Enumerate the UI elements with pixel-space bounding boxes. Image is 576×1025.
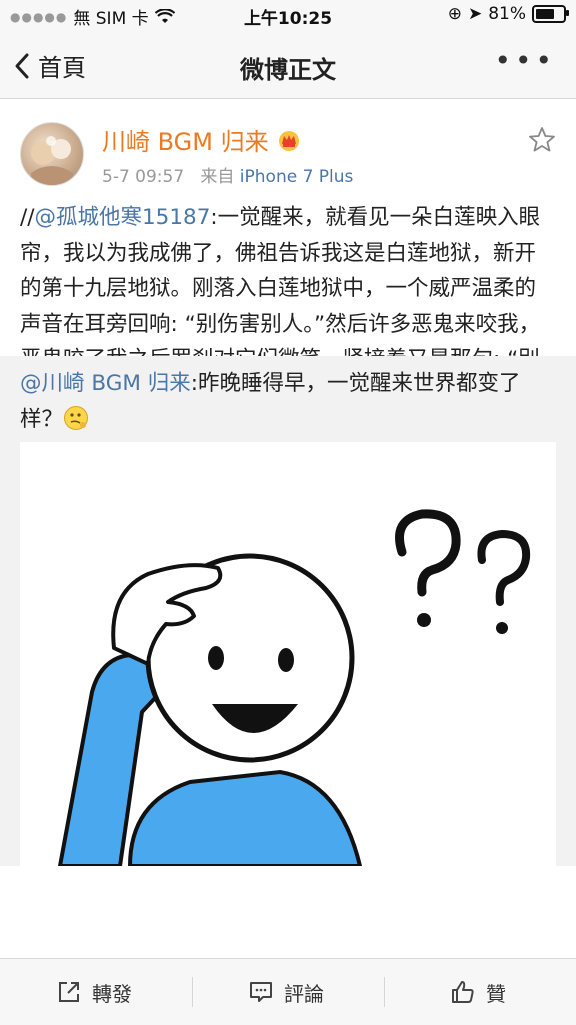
comment-label: 評論 bbox=[284, 981, 324, 1006]
nav-bar: 首頁 微博正文 ••• bbox=[0, 30, 576, 99]
repost-slashes: // bbox=[20, 205, 35, 230]
star-icon[interactable] bbox=[528, 126, 556, 154]
post-image[interactable] bbox=[20, 442, 556, 866]
avatar[interactable] bbox=[20, 122, 84, 186]
retweet-mention[interactable]: @川崎 BGM 归来 bbox=[20, 371, 191, 396]
like-button[interactable]: 贊 bbox=[450, 959, 506, 1025]
author-name-text: 川崎 BGM 归来 bbox=[102, 128, 269, 156]
comment-button[interactable]: 評論 bbox=[248, 959, 324, 1025]
more-icon[interactable]: ••• bbox=[494, 44, 556, 77]
status-right: ⊕ ➤ 81% bbox=[447, 4, 569, 24]
orientation-lock-icon: ⊕ bbox=[447, 4, 462, 24]
share-icon bbox=[59, 982, 79, 1002]
comment-icon bbox=[250, 982, 272, 1002]
post-device[interactable]: iPhone 7 Plus bbox=[240, 167, 354, 187]
page-title: 微博正文 bbox=[240, 56, 336, 84]
status-bar: ●●●●● 無 SIM 卡 上午10:25 ⊕ ➤ 81% bbox=[0, 0, 576, 30]
battery-fill bbox=[536, 9, 554, 19]
post-meta: 5-7 09:57 来自 iPhone 7 Plus bbox=[102, 162, 353, 187]
thinking-emoji-icon bbox=[64, 405, 89, 430]
location-icon: ➤ bbox=[467, 4, 483, 24]
like-label: 贊 bbox=[486, 981, 506, 1006]
post-time: 5-7 09:57 bbox=[102, 167, 185, 187]
repost-label: 轉發 bbox=[92, 981, 132, 1006]
battery-percent: 81% bbox=[488, 4, 526, 24]
battery-icon bbox=[532, 5, 569, 23]
retweet-block[interactable]: @川崎 BGM 归来:昨晚睡得早，一觉醒来世界都变了样？ bbox=[0, 356, 576, 866]
bottom-toolbar: 轉發 評論 贊 bbox=[0, 958, 576, 1025]
author-name[interactable]: 川崎 BGM 归来 bbox=[102, 122, 301, 157]
thumbs-up-icon bbox=[452, 981, 474, 1003]
repost-button[interactable]: 轉發 bbox=[56, 959, 132, 1025]
source-prefix: 来自 bbox=[200, 167, 235, 187]
confused-stickman-illustration bbox=[58, 509, 531, 866]
toolbar-divider bbox=[192, 977, 193, 1007]
mention-link[interactable]: @孤城他寒15187 bbox=[35, 205, 211, 230]
crown-vip-icon bbox=[278, 130, 299, 151]
toolbar-divider bbox=[384, 977, 385, 1007]
avatar-image bbox=[31, 136, 73, 185]
retweet-text: @川崎 BGM 归来:昨晚睡得早，一觉醒来世界都变了样？ bbox=[20, 366, 556, 437]
